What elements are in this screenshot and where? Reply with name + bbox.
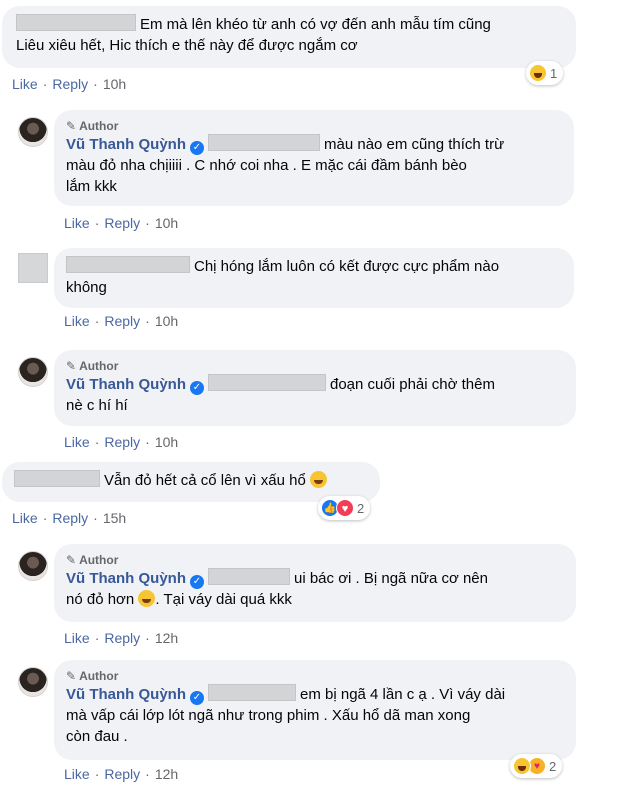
timestamp[interactable]: 15h [103,510,126,526]
timestamp[interactable]: 10h [155,313,178,329]
avatar[interactable] [18,551,48,581]
reply-link[interactable]: Reply [104,434,140,450]
comment-1-line-1: Em mà lên khéo từ anh có vợ đến anh mẫu … [16,14,564,35]
like-link[interactable]: Like [64,313,90,329]
pencil-icon: ✎ [66,669,77,683]
comment-7-line-1: Vũ Thanh Quỳnh ✓ em bị ngã 4 lần c ạ . Vì … [66,684,506,705]
comment-7-reactions[interactable]: ♥ 2 [510,754,563,778]
author-name[interactable]: Vũ Thanh Quỳnh [66,376,186,393]
reaction-count: 1 [550,65,558,81]
timestamp[interactable]: 10h [155,434,178,450]
comment-1-actions: Like · Reply · 10h [12,76,127,92]
reply-link[interactable]: Reply [104,313,140,329]
avatar[interactable] [18,253,48,283]
avatar[interactable] [18,667,48,697]
reply-link[interactable]: Reply [104,215,140,231]
redacted-name [208,684,296,701]
redacted-name [208,134,320,151]
timestamp[interactable]: 10h [103,76,126,92]
comment-7-line-3: còn đau . [66,728,128,745]
timestamp[interactable]: 10h [155,215,178,231]
haha-reaction-icon [529,64,547,82]
redacted-name [14,470,100,487]
comment-1-bubble: Em mà lên khéo từ anh có vợ đến anh mẫu … [2,6,576,68]
reaction-count: 2 [357,500,365,516]
comment-3-line-1: Chị hóng lắm luôn có kết được cực phẩm n… [66,256,562,277]
comment-3-actions: Like · Reply · 10h [64,313,179,329]
author-name[interactable]: Vũ Thanh Quỳnh [66,570,186,587]
like-link[interactable]: Like [64,215,90,231]
comment-6-line-1: Vũ Thanh Quỳnh ✓ ui bác ơi . Bị ngã nữa cơ… [66,568,488,589]
comment-7-actions: Like · Reply · 12h [64,766,179,782]
verified-badge-icon: ✓ [190,381,204,395]
comment-3-line-2: không [66,279,107,296]
reaction-count: 2 [549,758,557,774]
reply-link[interactable]: Reply [52,76,88,92]
comment-7-bubble: ✎ Author Vũ Thanh Quỳnh ✓ em bị ngã 4 lần c… [54,660,576,760]
author-name[interactable]: Vũ Thanh Quỳnh [66,136,186,153]
comment-6-bubble: ✎ Author Vũ Thanh Quỳnh ✓ ui bác ơi . Bị ng… [54,544,576,622]
like-link[interactable]: Like [64,766,90,782]
comment-2-actions: Like · Reply · 10h [64,215,179,231]
like-link[interactable]: Like [64,434,90,450]
pencil-icon: ✎ [66,119,77,133]
verified-badge-icon: ✓ [190,575,204,589]
comment-6-actions: Like · Reply · 12h [64,630,179,646]
comment-2-line-1: Vũ Thanh Quỳnh ✓ màu nào em cũng thích trừ [66,134,505,155]
reply-link[interactable]: Reply [104,630,140,646]
comment-7-line-2: mà vấp cái lớp lót ngã như trong phim . … [66,707,471,724]
author-badge: ✎ Author [66,669,119,683]
timestamp[interactable]: 12h [155,766,178,782]
grinning-emoji-icon [309,471,327,488]
comment-1-reactions[interactable]: 1 [526,61,564,85]
comment-4-line-1: Vũ Thanh Quỳnh ✓ đoạn cuối phải chờ thêm [66,374,495,395]
author-badge: ✎ Author [66,119,119,133]
redacted-name [208,568,290,585]
reply-link[interactable]: Reply [104,766,140,782]
comment-3-bubble: Chị hóng lắm luôn có kết được cực phẩm n… [54,248,574,308]
love-reaction-icon: ♥ [336,499,354,517]
comment-4-line-2: nè c hí hí [66,397,128,414]
like-link[interactable]: Like [12,76,38,92]
avatar[interactable] [18,117,48,147]
haha-reaction-icon [513,757,531,775]
comment-2-bubble: ✎ Author Vũ Thanh Quỳnh ✓ màu nào em cũng t… [54,110,574,206]
verified-badge-icon: ✓ [190,141,204,155]
grinning-emoji-icon [138,590,156,607]
timestamp[interactable]: 12h [155,630,178,646]
comment-2-line-3: lắm kkk [66,178,117,195]
pencil-icon: ✎ [66,359,77,373]
avatar[interactable] [18,357,48,387]
pencil-icon: ✎ [66,553,77,567]
like-link[interactable]: Like [12,510,38,526]
comment-1-line-2: Liêu xiêu hết, Hic thích e thế này để đư… [16,37,358,54]
comment-5-reactions[interactable]: 👍 ♥ 2 [318,496,371,520]
author-badge: ✎ Author [66,359,119,373]
comment-6-line-2: nó đỏ hơn . Tại váy dài quá kkk [66,590,292,608]
comment-5-line-1: Vẫn đỏ hết cả cổ lên vì xấu hổ [14,470,368,491]
comment-5-bubble: Vẫn đỏ hết cả cổ lên vì xấu hổ [2,462,380,502]
redacted-name [16,14,136,31]
redacted-name [208,374,326,391]
verified-badge-icon: ✓ [190,691,204,705]
like-link[interactable]: Like [64,630,90,646]
comment-2-line-2: màu đỏ nha chịiiii . C nhớ coi nha . E m… [66,157,467,174]
comment-4-actions: Like · Reply · 10h [64,434,179,450]
reply-link[interactable]: Reply [52,510,88,526]
author-badge: ✎ Author [66,553,119,567]
author-name[interactable]: Vũ Thanh Quỳnh [66,686,186,703]
comment-4-bubble: ✎ Author Vũ Thanh Quỳnh ✓ đoạn cuối phải ch… [54,350,576,426]
comment-5-actions: Like · Reply · 15h [12,510,127,526]
redacted-name [66,256,190,273]
